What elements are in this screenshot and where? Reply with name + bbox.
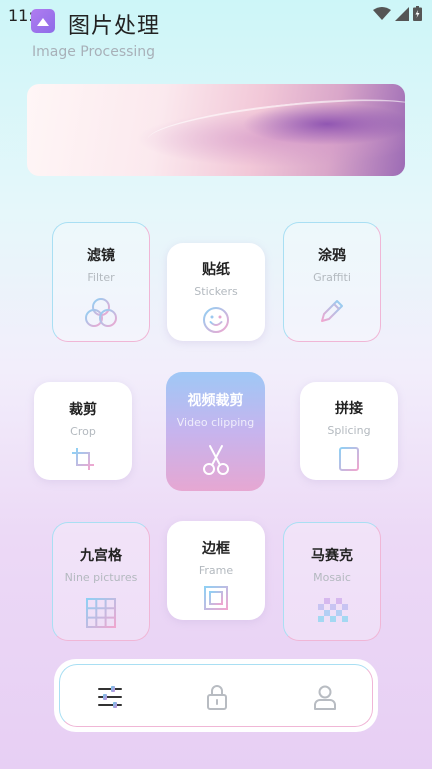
status-icons [373, 6, 422, 21]
app-logo-icon [31, 9, 55, 33]
wifi-icon [373, 6, 391, 20]
scissors-icon [202, 445, 229, 475]
stickers-label: 贴纸 [202, 262, 230, 278]
crop-icon [72, 448, 94, 470]
splicing-button[interactable]: 拼接 Splicing [300, 382, 398, 480]
pencil-icon [321, 300, 343, 322]
frame-icon [204, 586, 228, 610]
frame-button[interactable]: 边框 Frame [167, 521, 265, 620]
bottom-navigation-frame [59, 664, 373, 727]
filter-label: 滤镜 [87, 248, 115, 264]
banner-image[interactable] [27, 84, 405, 176]
crop-sublabel: Crop [70, 425, 96, 438]
lock-icon[interactable] [203, 683, 231, 711]
frame-sublabel: Frame [198, 564, 234, 577]
mosaic-sublabel: Mosaic [313, 571, 351, 584]
filter-button[interactable]: 滤镜 Filter [52, 222, 150, 342]
page-subtitle: Image Processing [32, 44, 156, 60]
graffiti-sublabel: Graffiti [313, 271, 351, 284]
nine-pictures-button[interactable]: 九宫格 Nine pictures [52, 522, 150, 641]
filter-sublabel: Filter [87, 271, 115, 284]
crop-button[interactable]: 裁剪 Crop [34, 382, 132, 480]
filter-icon [85, 298, 117, 327]
bottom-navigation [54, 659, 378, 732]
page-title: 图片处理 [68, 14, 161, 39]
mosaic-icon [318, 598, 348, 622]
signal-icon [395, 6, 409, 21]
splicing-label: 拼接 [335, 401, 363, 417]
smiley-icon [203, 307, 229, 333]
graffiti-button[interactable]: 涂鸦 Graffiti [283, 222, 381, 342]
video-clipping-sublabel: Video clipping [176, 416, 255, 429]
nine-pictures-sublabel: Nine pictures [64, 571, 138, 584]
mosaic-button[interactable]: 马赛克 Mosaic [283, 522, 381, 641]
status-bar: 11:35 [0, 0, 432, 30]
stickers-sublabel: Stickers [194, 285, 238, 298]
video-clipping-label: 视频裁剪 [187, 393, 244, 409]
nine-pictures-label: 九宫格 [80, 548, 122, 564]
splicing-icon [339, 447, 359, 471]
mosaic-label: 马赛克 [311, 548, 353, 564]
video-clipping-button[interactable]: 视频裁剪 Video clipping [166, 372, 265, 491]
stickers-button[interactable]: 贴纸 Stickers [167, 243, 265, 341]
crop-label: 裁剪 [69, 402, 97, 418]
sliders-icon[interactable] [96, 683, 124, 711]
splicing-sublabel: Splicing [327, 424, 371, 437]
frame-label: 边框 [202, 541, 230, 557]
battery-icon [413, 6, 422, 21]
grid-icon [86, 598, 116, 628]
user-icon[interactable] [311, 683, 339, 711]
graffiti-label: 涂鸦 [318, 248, 346, 264]
